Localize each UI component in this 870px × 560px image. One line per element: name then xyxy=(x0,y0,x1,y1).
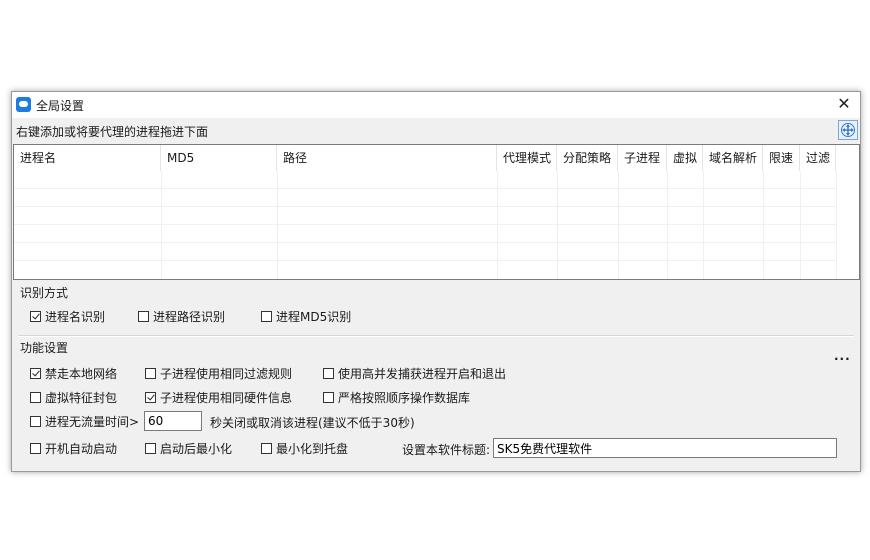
checkbox-label: 严格按照顺序操作数据库 xyxy=(338,390,471,405)
column-header-dns[interactable]: 域名解析 xyxy=(703,145,763,171)
column-divider xyxy=(800,171,801,279)
identify-section-title: 识别方式 xyxy=(20,286,69,300)
checkbox-label: 子进程使用相同过滤规则 xyxy=(160,366,293,381)
column-divider xyxy=(557,171,558,279)
column-header-allocation-strategy[interactable]: 分配策略 xyxy=(557,145,618,171)
checkbox-box[interactable] xyxy=(30,442,41,454)
table-row[interactable] xyxy=(14,243,836,261)
idle-timeout-suffix: 秒关闭或取消该进程(建议不低于30秒) xyxy=(210,416,415,430)
checkbox-box[interactable] xyxy=(145,442,156,454)
checkbox-box[interactable] xyxy=(30,391,41,403)
checkbox-box[interactable] xyxy=(145,391,156,403)
column-divider xyxy=(497,171,498,279)
app-chat-bubble-icon xyxy=(16,97,31,112)
identify-by-md5-checkbox[interactable]: 进程MD5识别 xyxy=(261,308,351,324)
column-divider xyxy=(836,171,837,279)
column-divider xyxy=(277,171,278,279)
column-divider xyxy=(667,171,668,279)
idle-timeout-checkbox[interactable]: 进程无流量时间> xyxy=(30,413,139,429)
column-header-process-name[interactable]: 进程名 xyxy=(14,145,161,171)
column-header-speed-limit[interactable]: 限速 xyxy=(763,145,800,171)
checkbox-box[interactable] xyxy=(138,310,149,322)
title-bar: 全局设置 ✕ xyxy=(12,92,860,118)
table-row[interactable] xyxy=(14,225,836,243)
virtual-signature-packet-checkbox[interactable]: 虚拟特征封包 xyxy=(30,389,117,405)
checkbox-box[interactable] xyxy=(145,367,156,379)
table-row[interactable] xyxy=(14,171,836,189)
window-title: 全局设置 xyxy=(36,99,85,113)
checkbox-label: 虚拟特征封包 xyxy=(45,390,118,405)
move-arrows-icon[interactable] xyxy=(838,120,858,140)
subprocess-same-filter-checkbox[interactable]: 子进程使用相同过滤规则 xyxy=(145,365,292,381)
checkbox-label: 禁走本地网络 xyxy=(45,366,118,381)
column-header-subprocess[interactable]: 子进程 xyxy=(618,145,667,171)
table-row[interactable] xyxy=(14,207,836,225)
strict-db-order-checkbox[interactable]: 严格按照顺序操作数据库 xyxy=(323,389,470,405)
checkbox-box[interactable] xyxy=(30,310,41,322)
column-header-path[interactable]: 路径 xyxy=(277,145,497,171)
column-divider xyxy=(161,171,162,279)
process-table[interactable]: 进程名 MD5 路径 代理模式 分配策略 子进程 虚拟 域名解析 限速 过滤 xyxy=(13,144,860,280)
global-settings-dialog: 全局设置 ✕ 右键添加或将要代理的进程拖进下面 进程名 MD5 路径 代理模式 … xyxy=(11,91,861,472)
checkbox-box[interactable] xyxy=(323,367,334,379)
column-divider xyxy=(763,171,764,279)
checkbox-label: 子进程使用相同硬件信息 xyxy=(160,390,293,405)
auto-start-checkbox[interactable]: 开机自动启动 xyxy=(30,440,117,456)
checkbox-label: 进程无流量时间> xyxy=(45,414,140,429)
subprocess-same-hardware-checkbox[interactable]: 子进程使用相同硬件信息 xyxy=(145,389,292,405)
minimize-after-start-checkbox[interactable]: 启动后最小化 xyxy=(145,440,232,456)
column-divider xyxy=(703,171,704,279)
column-divider xyxy=(618,171,619,279)
table-row[interactable] xyxy=(14,189,836,207)
features-section-title: 功能设置 xyxy=(20,341,69,355)
section-divider xyxy=(18,335,854,337)
checkbox-label: 进程路径识别 xyxy=(153,309,226,324)
block-local-network-checkbox[interactable]: 禁走本地网络 xyxy=(30,365,117,381)
identify-by-name-checkbox[interactable]: 进程名识别 xyxy=(30,308,105,324)
minimize-to-tray-checkbox[interactable]: 最小化到托盘 xyxy=(261,440,348,456)
checkbox-label: 进程名识别 xyxy=(45,309,106,324)
checkbox-box[interactable] xyxy=(323,391,334,403)
column-header-virtual[interactable]: 虚拟 xyxy=(667,145,703,171)
drag-hint-text: 右键添加或将要代理的进程拖进下面 xyxy=(16,125,209,139)
column-header-md5[interactable]: MD5 xyxy=(161,145,277,171)
table-header: 进程名 MD5 路径 代理模式 分配策略 子进程 虚拟 域名解析 限速 过滤 xyxy=(14,145,859,171)
software-title-input[interactable] xyxy=(493,438,837,458)
high-concurrency-capture-checkbox[interactable]: 使用高并发捕获进程开启和退出 xyxy=(323,365,506,381)
checkbox-box[interactable] xyxy=(261,310,272,322)
close-button[interactable]: ✕ xyxy=(830,92,858,116)
checkbox-box[interactable] xyxy=(30,367,41,379)
more-options-button[interactable]: ... xyxy=(834,349,851,363)
checkbox-label: 启动后最小化 xyxy=(160,441,233,456)
software-title-label: 设置本软件标题: xyxy=(402,443,491,457)
checkbox-label: 进程MD5识别 xyxy=(276,309,352,324)
idle-timeout-input[interactable] xyxy=(144,411,202,431)
checkbox-label: 开机自动启动 xyxy=(45,441,118,456)
checkbox-label: 使用高并发捕获进程开启和退出 xyxy=(338,366,507,381)
column-header-proxy-mode[interactable]: 代理模式 xyxy=(497,145,557,171)
identify-by-path-checkbox[interactable]: 进程路径识别 xyxy=(138,308,225,324)
column-header-filter[interactable]: 过滤 xyxy=(800,145,836,171)
checkbox-box[interactable] xyxy=(261,442,272,454)
checkbox-box[interactable] xyxy=(30,415,41,427)
checkbox-label: 最小化到托盘 xyxy=(276,441,349,456)
